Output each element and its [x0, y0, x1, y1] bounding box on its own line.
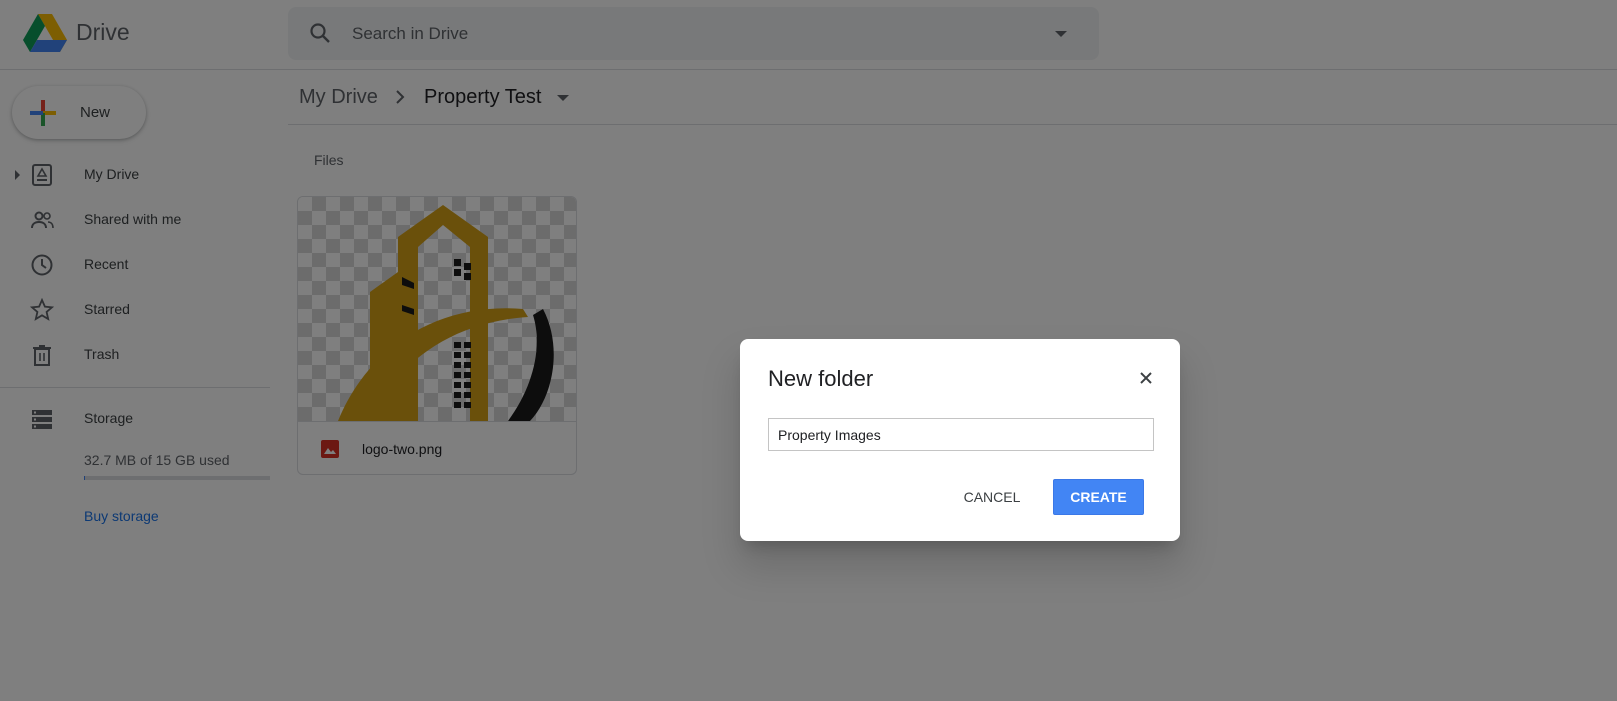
close-icon[interactable] [1136, 368, 1156, 388]
drive-app: Drive Search in Drive New My Drive [0, 0, 1617, 701]
cancel-button[interactable]: CANCEL [952, 479, 1032, 515]
folder-name-input[interactable] [768, 418, 1154, 451]
create-button[interactable]: CREATE [1053, 479, 1144, 515]
new-folder-dialog: New folder CANCEL CREATE [740, 339, 1180, 541]
dialog-title: New folder [768, 366, 874, 391]
